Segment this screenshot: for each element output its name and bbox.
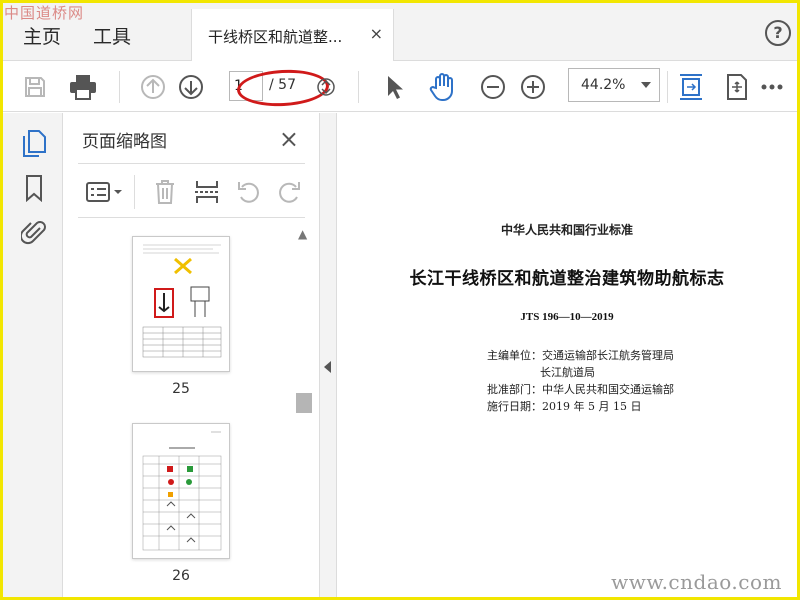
toolbar-divider [667, 71, 668, 103]
document-tab-title: 干线桥区和航道整... [208, 28, 343, 46]
zoom-out-icon[interactable] [477, 71, 509, 103]
zoom-level-value: 44.2% [581, 77, 626, 93]
document-meta-line: 长江航道局 [540, 366, 595, 379]
attachment-icon[interactable] [19, 217, 49, 247]
previous-page-icon[interactable] [137, 71, 169, 103]
toolbar-divider [119, 71, 120, 103]
site-watermark-top: 中国道桥网 [4, 4, 85, 22]
thumbnail-options-icon[interactable] [84, 175, 126, 209]
save-icon[interactable] [19, 71, 51, 103]
delete-icon[interactable] [148, 175, 182, 209]
more-options-icon[interactable] [757, 71, 787, 103]
document-title: 长江干线桥区和航道整治建筑物助航标志 [409, 269, 725, 289]
chevron-down-icon [641, 82, 651, 88]
rotate-left-icon[interactable] [232, 175, 266, 209]
panel-toolbar-divider [134, 175, 135, 209]
insert-page-icon[interactable] [190, 175, 224, 209]
close-panel-icon[interactable]: × [279, 125, 299, 153]
panel-divider [78, 217, 305, 218]
print-icon[interactable] [67, 71, 99, 103]
thumbnail-preview-graphic [142, 431, 222, 551]
toolbar-divider [358, 71, 359, 103]
document-page: 中华人民共和国行业标准 长江干线桥区和航道整治建筑物助航标志 JTS 196—1… [337, 113, 797, 597]
close-tab-icon[interactable]: × [370, 24, 383, 43]
page-thumbnails-panel: 页面缩略图 × 25 26 ▲ [64, 113, 320, 597]
page-nav-stepper-icon[interactable] [316, 71, 336, 103]
zoom-level-select[interactable]: 44.2% [568, 68, 660, 102]
rotate-right-icon[interactable] [272, 175, 306, 209]
zoom-in-icon[interactable] [517, 71, 549, 103]
thumbnail-page-number: 26 [172, 568, 190, 584]
menu-home[interactable]: 主页 [23, 22, 61, 49]
bookmark-icon[interactable] [19, 173, 49, 203]
scrollbar-thumb[interactable] [296, 393, 312, 413]
panel-divider [78, 163, 305, 164]
collapse-panel-icon[interactable] [324, 361, 331, 373]
main-toolbar: 1 / 57 44.2% [3, 61, 797, 112]
help-icon[interactable]: ? [765, 20, 791, 46]
document-tab[interactable]: 干线桥区和航道整... × [191, 9, 394, 62]
thumbnail-scrollbar[interactable]: ▲ [295, 225, 313, 597]
navigation-rail [3, 113, 63, 597]
thumbnail-page-number: 25 [172, 381, 190, 397]
document-header: 中华人民共和国行业标准 [500, 223, 633, 237]
full-screen-icon[interactable] [721, 71, 753, 103]
document-code: JTS 196—10—2019 [520, 311, 614, 323]
next-page-icon[interactable] [175, 71, 207, 103]
select-arrow-icon[interactable] [379, 71, 411, 103]
document-meta-line: 批准部门：中华人民共和国交通运输部 [487, 383, 674, 396]
thumbnail-preview-graphic [142, 244, 222, 358]
document-meta-line: 主编单位：交通运输部长江航务管理局 [487, 349, 674, 362]
page-thumbnail[interactable] [132, 236, 230, 372]
panel-toolbar [78, 169, 305, 215]
fit-page-icon[interactable] [675, 71, 707, 103]
menu-tools[interactable]: 工具 [93, 22, 131, 49]
hand-tool-icon[interactable] [427, 71, 459, 103]
tab-bar: 主页 工具 干线桥区和航道整... × ? [3, 3, 797, 62]
page-thumbnails-icon[interactable] [19, 129, 49, 159]
document-meta-line: 施行日期：2019 年 5 月 15 日 [487, 400, 642, 413]
site-watermark-bottom: www.cndao.com [611, 570, 782, 594]
panel-collapse-strip [320, 113, 337, 597]
panel-title: 页面缩略图 [82, 132, 167, 152]
chevron-up-icon[interactable]: ▲ [298, 227, 307, 241]
page-thumbnail[interactable] [132, 423, 230, 559]
